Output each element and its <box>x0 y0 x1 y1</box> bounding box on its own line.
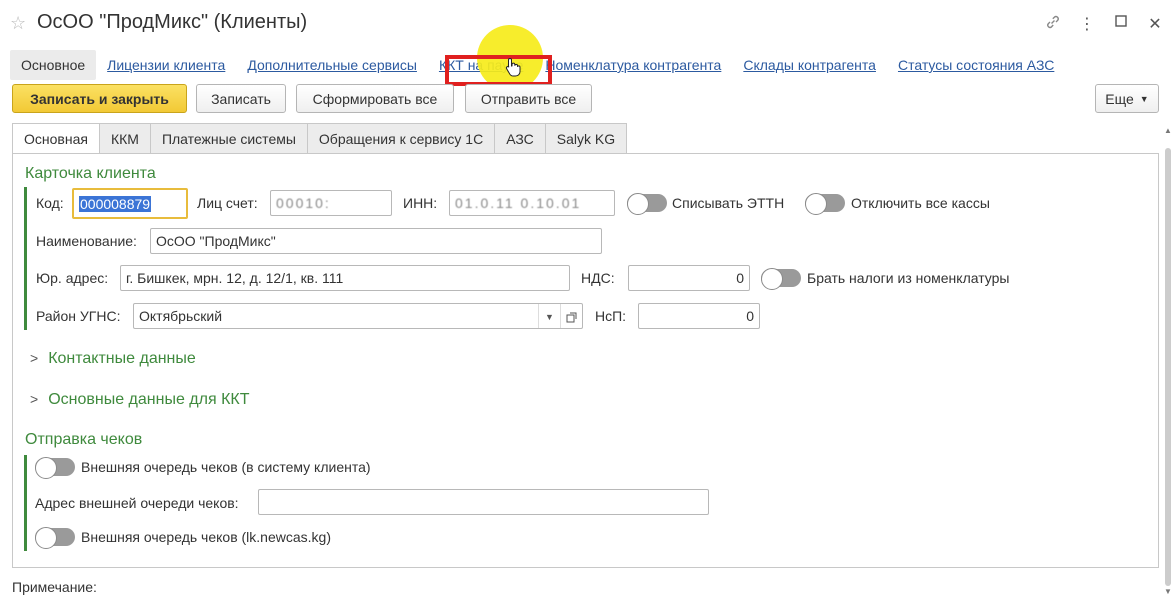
scrollbar-thumb[interactable] <box>1165 148 1171 586</box>
nsp-value: 0 <box>746 308 754 324</box>
tab-kkm[interactable]: ККМ <box>99 123 151 154</box>
disable-kassy-toggle[interactable] <box>805 193 845 215</box>
nav-tab-licenses[interactable]: Лицензии клиента <box>96 50 236 80</box>
client-card-title: Карточка клиента <box>25 165 156 182</box>
kkt-data-section-title: Основные данные для ККТ <box>48 391 250 408</box>
account-field[interactable]: 00010: <box>270 190 392 216</box>
ettn-toggle[interactable] <box>627 193 667 215</box>
nav-tab-extra-services[interactable]: Дополнительные сервисы <box>236 50 428 80</box>
more-icon[interactable]: ⋮ <box>1079 14 1095 35</box>
external-queue-toggle[interactable] <box>35 457 75 479</box>
save-button[interactable]: Записать <box>196 84 286 113</box>
window-controls: ⋮ ✕ <box>1045 14 1163 35</box>
queue-address-label: Адрес внешней очереди чеков: <box>35 495 239 511</box>
annotation-highlight-box <box>445 55 552 86</box>
more-button-label: Еще <box>1105 90 1134 107</box>
nds-value: 0 <box>736 270 744 286</box>
name-value: ОсОО "ПродМикс" <box>156 233 276 249</box>
hand-pointer-icon <box>505 57 521 77</box>
newcas-queue-label: Внешняя очередь чеков (lk.newcas.kg) <box>81 529 331 545</box>
code-label: Код: <box>36 195 64 211</box>
link-icon[interactable] <box>1045 14 1061 35</box>
nsp-field[interactable]: 0 <box>638 303 760 329</box>
maximize-icon[interactable] <box>1113 14 1129 35</box>
inn-label: ИНН: <box>403 195 438 211</box>
chevron-right-icon: > <box>30 350 39 366</box>
address-value: г. Бишкек, мрн. 12, д. 12/1, кв. 111 <box>126 270 344 286</box>
kkt-data-section[interactable]: > Основные данные для ККТ <box>30 391 250 409</box>
tab-1c-requests[interactable]: Обращения к сервису 1С <box>307 123 496 154</box>
ettn-label: Списывать ЭТТН <box>672 195 785 211</box>
close-icon[interactable]: ✕ <box>1147 14 1163 35</box>
scroll-up-icon[interactable]: ▲ <box>1163 126 1173 135</box>
chevron-down-icon[interactable]: ▼ <box>538 304 560 328</box>
inn-field[interactable]: 01.0.11 0.10.01 <box>449 190 615 216</box>
scroll-down-icon[interactable]: ▼ <box>1163 587 1173 596</box>
send-all-button[interactable]: Отправить все <box>465 84 592 113</box>
form-all-button[interactable]: Сформировать все <box>296 84 454 113</box>
chevron-right-icon: > <box>30 391 39 407</box>
contacts-section-title: Контактные данные <box>48 350 196 367</box>
tab-main[interactable]: Основная <box>12 123 100 154</box>
title-bar: ☆ ОсОО "ПродМикс" (Клиенты) ⋮ ✕ <box>0 0 1175 46</box>
more-button[interactable]: Еще ▼ <box>1095 84 1159 113</box>
tab-azs[interactable]: АЗС <box>495 123 546 154</box>
nav-tab-azs-statuses[interactable]: Статусы состояния АЗС <box>887 50 1065 80</box>
code-field[interactable]: 000008879 <box>72 188 188 219</box>
name-field[interactable]: ОсОО "ПродМикс" <box>150 228 602 254</box>
scrollbar[interactable]: ▲ ▼ <box>1163 126 1173 596</box>
account-value: 00010: <box>276 195 331 211</box>
form-tabs: Основная ККМ Платежные системы Обращения… <box>12 123 628 154</box>
taxes-label: Брать налоги из номенклатуры <box>807 270 1010 286</box>
nsp-label: НсП: <box>595 308 627 324</box>
window-title: ОсОО "ПродМикс" (Клиенты) <box>37 11 308 33</box>
chevron-down-icon: ▼ <box>1139 93 1149 104</box>
contacts-section[interactable]: > Контактные данные <box>30 350 196 368</box>
client-card-group-line <box>24 187 27 330</box>
code-value: 000008879 <box>79 195 152 212</box>
taxes-toggle[interactable] <box>761 268 801 290</box>
receipts-title: Отправка чеков <box>25 431 143 448</box>
nav-tab-main[interactable]: Основное <box>10 50 97 80</box>
nav-tab-nomenclature[interactable]: Номенклатура контрагента <box>534 50 732 80</box>
inn-value: 01.0.11 0.10.01 <box>455 195 582 211</box>
newcas-queue-toggle[interactable] <box>35 527 75 549</box>
external-queue-label: Внешняя очередь чеков (в систему клиента… <box>81 459 371 475</box>
note-label: Примечание: <box>12 579 97 595</box>
name-label: Наименование: <box>36 233 137 249</box>
account-label: Лиц счет: <box>197 195 258 211</box>
district-select[interactable]: Октябрьский ▼ <box>133 303 583 329</box>
nds-label: НДС: <box>581 270 615 286</box>
district-value: Октябрьский <box>139 308 223 324</box>
disable-kassy-label: Отключить все кассы <box>851 195 990 211</box>
tab-salyk-kg[interactable]: Salyk KG <box>545 123 628 154</box>
address-label: Юр. адрес: <box>36 270 109 286</box>
nav-tab-warehouses[interactable]: Склады контрагента <box>732 50 887 80</box>
tab-payment-systems[interactable]: Платежные системы <box>150 123 308 154</box>
save-and-close-button[interactable]: Записать и закрыть <box>12 84 187 113</box>
nds-field[interactable]: 0 <box>628 265 750 291</box>
queue-address-field[interactable] <box>258 489 709 515</box>
district-label: Район УГНС: <box>36 308 121 324</box>
receipts-group-line <box>24 455 27 551</box>
address-field[interactable]: г. Бишкек, мрн. 12, д. 12/1, кв. 111 <box>120 265 570 291</box>
toolbar: Записать и закрыть Записать Сформировать… <box>12 84 1160 114</box>
star-icon[interactable]: ☆ <box>10 13 26 34</box>
open-icon[interactable] <box>560 304 582 328</box>
